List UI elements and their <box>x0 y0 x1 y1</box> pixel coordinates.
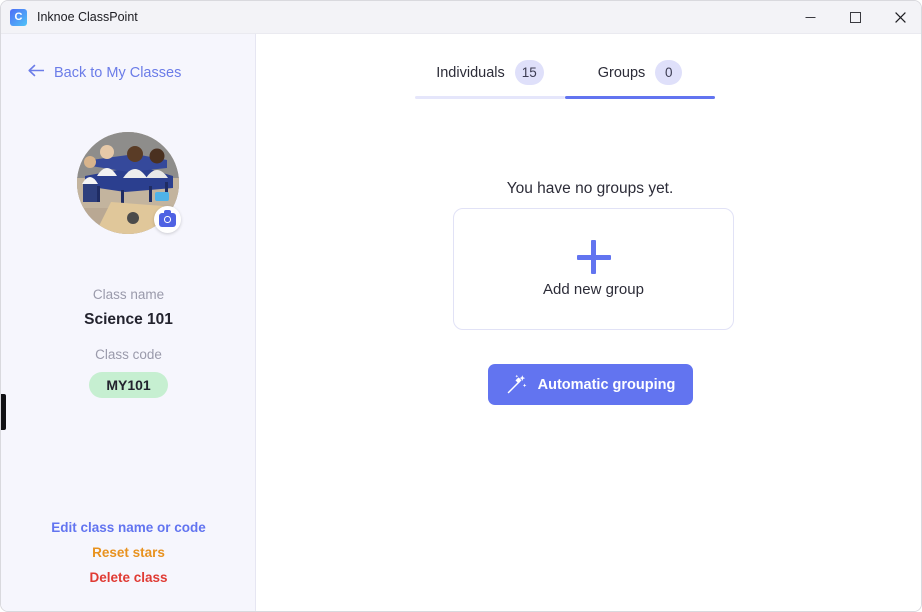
tab-individuals-underline <box>415 96 565 99</box>
camera-icon[interactable] <box>154 206 181 233</box>
edit-class-name-or-code-link[interactable]: Edit class name or code <box>51 520 206 535</box>
tab-groups-underline <box>565 96 715 99</box>
tab-groups-count: 0 <box>655 60 683 85</box>
add-new-group-label: Add new group <box>543 281 644 298</box>
back-link-label: Back to My Classes <box>54 64 182 81</box>
close-icon[interactable] <box>878 1 921 34</box>
class-avatar-wrapper <box>77 132 181 234</box>
minimize-icon[interactable] <box>788 1 833 34</box>
tab-groups-label: Groups <box>597 64 646 81</box>
tab-individuals-label: Individuals <box>436 64 505 81</box>
back-to-my-classes-link[interactable]: Back to My Classes <box>28 64 181 81</box>
automatic-grouping-button[interactable]: Automatic grouping <box>488 364 693 405</box>
app-window: C Inknoe ClassPoint Back to My Classes C… <box>0 0 922 612</box>
app-title: Inknoe ClassPoint <box>37 10 138 24</box>
window-controls <box>788 1 921 34</box>
sidebar-actions: Edit class name or code Reset stars Dele… <box>1 520 256 585</box>
arrow-left-icon <box>28 64 45 81</box>
tab-groups[interactable]: Groups 0 <box>565 52 715 99</box>
magic-wand-icon <box>506 374 527 395</box>
sidebar-collapse-handle[interactable] <box>1 394 6 430</box>
delete-class-link[interactable]: Delete class <box>89 570 167 585</box>
maximize-icon[interactable] <box>833 1 878 34</box>
class-code-row: MY101 <box>1 372 256 398</box>
sidebar: Back to My Classes Class name Science 10… <box>1 34 256 611</box>
class-name-value: Science 101 <box>84 311 173 328</box>
plus-icon <box>576 240 611 274</box>
reset-stars-link[interactable]: Reset stars <box>92 545 165 560</box>
title-bar: C Inknoe ClassPoint <box>1 1 921 34</box>
empty-state-message: You have no groups yet. <box>506 180 674 197</box>
class-code-badge: MY101 <box>89 372 168 398</box>
class-name-label: Class name <box>92 287 165 302</box>
class-code-label: Class code <box>95 347 162 362</box>
add-new-group-card[interactable]: Add new group <box>453 208 734 330</box>
tab-individuals-count: 15 <box>514 60 544 85</box>
automatic-grouping-label: Automatic grouping <box>537 376 676 393</box>
tab-bar: Individuals 15 Groups 0 <box>415 52 715 99</box>
tab-individuals[interactable]: Individuals 15 <box>415 52 565 99</box>
main-content: Individuals 15 Groups 0 You have no grou… <box>257 34 921 611</box>
classpoint-logo-icon: C <box>10 8 27 26</box>
